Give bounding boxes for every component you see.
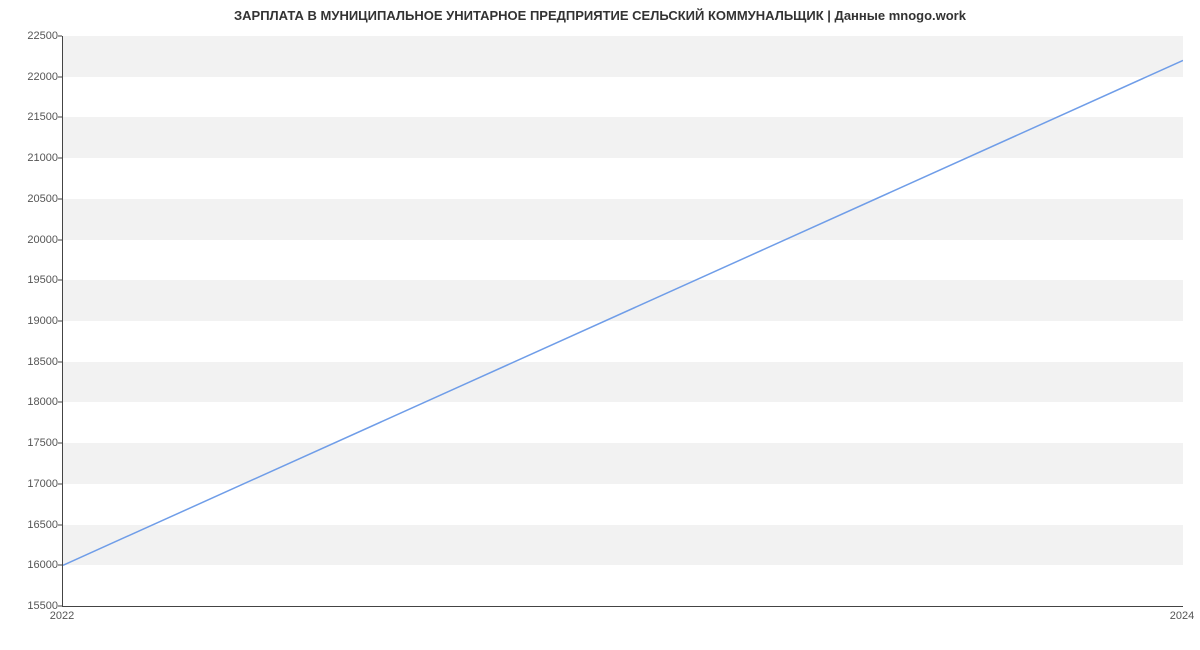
y-tick-label: 18500 [6, 356, 58, 368]
y-tick-mark [58, 36, 62, 37]
y-tick-mark [58, 321, 62, 322]
y-tick-mark [58, 443, 62, 444]
y-tick-mark [58, 524, 62, 525]
y-tick-mark [58, 117, 62, 118]
y-tick-mark [58, 402, 62, 403]
line-chart-svg [63, 36, 1183, 606]
x-tick-label: 2024 [1170, 610, 1194, 622]
y-tick-label: 21000 [6, 152, 58, 164]
y-tick-label: 16000 [6, 559, 58, 571]
data-line [63, 60, 1183, 565]
y-tick-mark [58, 606, 62, 607]
y-tick-label: 20000 [6, 234, 58, 246]
y-tick-mark [58, 280, 62, 281]
chart-title: ЗАРПЛАТА В МУНИЦИПАЛЬНОЕ УНИТАРНОЕ ПРЕДП… [0, 8, 1200, 23]
plot-area [62, 36, 1183, 607]
y-tick-label: 22500 [6, 30, 58, 42]
x-tick-label: 2022 [50, 610, 74, 622]
y-tick-mark [58, 158, 62, 159]
y-tick-label: 17000 [6, 478, 58, 490]
y-tick-mark [58, 361, 62, 362]
y-tick-mark [58, 198, 62, 199]
y-tick-label: 22000 [6, 71, 58, 83]
y-tick-label: 20500 [6, 193, 58, 205]
y-tick-label: 18000 [6, 396, 58, 408]
y-tick-mark [58, 239, 62, 240]
y-tick-label: 17500 [6, 437, 58, 449]
y-tick-label: 19000 [6, 315, 58, 327]
y-tick-mark [58, 483, 62, 484]
y-tick-mark [58, 565, 62, 566]
y-tick-label: 19500 [6, 274, 58, 286]
y-tick-label: 16500 [6, 519, 58, 531]
y-tick-mark [58, 76, 62, 77]
chart-container: ЗАРПЛАТА В МУНИЦИПАЛЬНОЕ УНИТАРНОЕ ПРЕДП… [0, 0, 1200, 650]
y-tick-label: 21500 [6, 111, 58, 123]
